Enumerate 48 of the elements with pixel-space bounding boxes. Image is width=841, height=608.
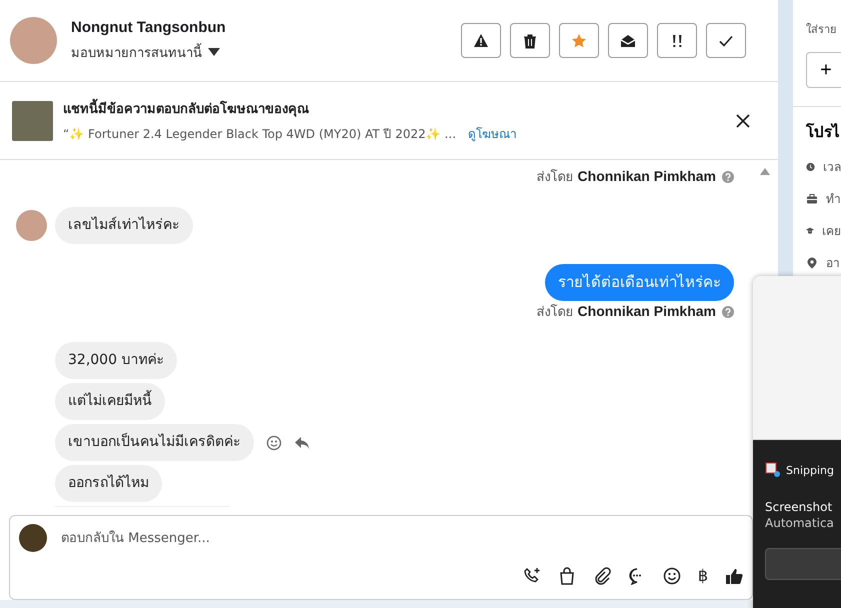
sent-by-label: ส่งโดย Chonnikan Pimkham [536, 302, 716, 322]
page-avatar [19, 524, 47, 552]
shopping-bag-icon[interactable] [558, 566, 576, 584]
message-bubble: เขาบอกเป็นคนไม่มีเครดิตค่ะ [55, 424, 254, 461]
call-icon[interactable] [522, 566, 541, 584]
checkmark-button[interactable] [706, 23, 746, 58]
ad-banner-title: แชทนี้มีข้อความตอบกลับต่อโฆษณาของคุณ [63, 98, 736, 119]
profile-detail: ทำ [826, 191, 841, 208]
profile-detail: เคย [822, 223, 841, 240]
briefcase-icon [806, 192, 818, 204]
message-bubble: รายได้ต่อเดือนเท่าไหร่คะ [545, 264, 734, 301]
exclamation-button[interactable] [657, 23, 697, 58]
message-bubble: แต่ไม่เคยมีหนี้ [55, 383, 165, 420]
notification-toast[interactable]: Snipping Screenshot Automatica [753, 276, 841, 608]
message-bubble: ออกรถได้ไหม [55, 465, 162, 502]
message-bubble: 32,000 บาทค่ะ [55, 342, 178, 379]
help-icon[interactable] [722, 306, 734, 318]
contact-name: Nongnut Tangsonbun [71, 18, 227, 36]
ad-thumbnail [12, 100, 53, 140]
profile-avatar [10, 17, 57, 64]
section-title: โปรไ [806, 122, 841, 143]
app-name: Snipping [786, 464, 834, 476]
contact-avatar [16, 210, 47, 241]
add-button[interactable]: + [806, 52, 841, 88]
profile-detail: เวล [823, 159, 841, 176]
clock-icon [806, 160, 815, 172]
thumbs-up-icon[interactable] [725, 566, 743, 584]
warning-button[interactable] [461, 23, 501, 58]
trash-button[interactable] [510, 23, 550, 58]
smiley-icon[interactable] [662, 566, 681, 584]
baht-button[interactable]: ฿ [698, 566, 708, 585]
close-icon[interactable] [736, 114, 750, 128]
profile-detail: อา [826, 255, 840, 272]
paperclip-icon[interactable] [592, 566, 611, 584]
sent-by-label: ส่งโดย Chonnikan Pimkham [536, 167, 716, 187]
reply-icon[interactable] [294, 436, 310, 450]
toast-title: Screenshot [765, 500, 834, 514]
side-hint: ใส่ราย [806, 22, 837, 38]
caret-icon [207, 47, 221, 57]
star-button[interactable] [559, 23, 599, 58]
message-bubble: เลขไมส์เท่าไหร่คะ [55, 207, 193, 244]
location-pin-icon [806, 256, 818, 268]
ad-description: “✨ Fortuner 2.4 Legender Black Top 4WD (MY20) AT ปี 2022✨ ... [63, 126, 456, 143]
view-ad-link[interactable]: ดูโฆษณา [468, 124, 518, 143]
scroll-up-arrow-icon[interactable] [760, 168, 770, 175]
help-icon[interactable] [722, 170, 734, 182]
envelope-button[interactable] [608, 23, 648, 58]
toast-body: Automatica [765, 516, 835, 530]
